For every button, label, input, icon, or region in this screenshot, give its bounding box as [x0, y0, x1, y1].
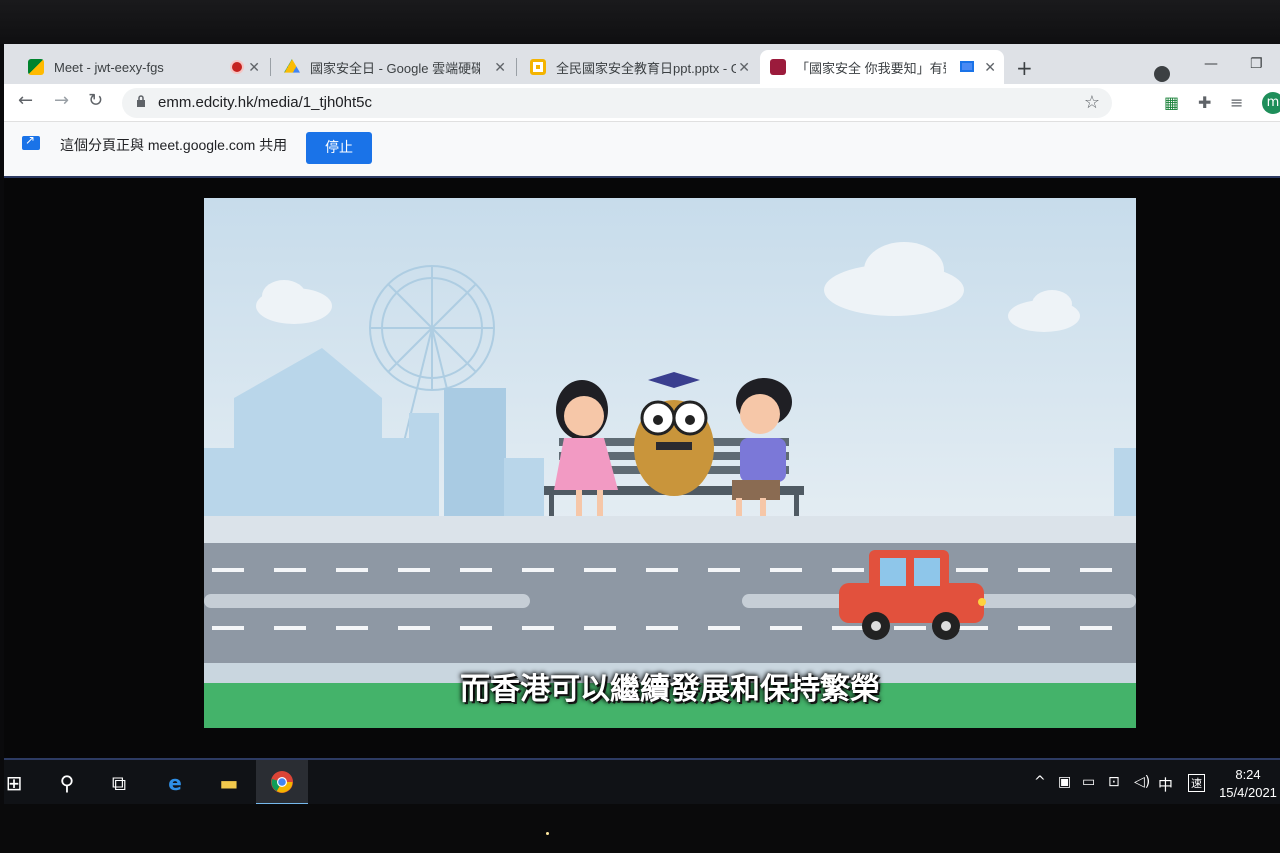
windows-taskbar: ⊞ ⚲ ⧉ e ▬ ^ ▣ ▭ ⊡ ◁) 中 速 8:24 15/4/2021 [4, 758, 1280, 804]
clock-date: 15/4/2021 [1219, 785, 1277, 800]
ime-mode[interactable]: 速 [1188, 774, 1205, 792]
bookmark-star-icon[interactable]: ☆ [1084, 92, 1100, 113]
road-dash [398, 626, 430, 630]
close-tab-icon[interactable]: ✕ [984, 59, 996, 76]
recording-indicator-icon [232, 62, 242, 72]
stop-sharing-button[interactable]: 停止 [306, 132, 372, 164]
address-bar[interactable]: emm.edcity.hk/media/1_tjh0ht5c ☆ [122, 88, 1112, 118]
system-clock[interactable]: 8:24 15/4/2021 [1218, 766, 1278, 802]
avatar[interactable]: m [1262, 92, 1280, 114]
close-tab-icon[interactable]: ✕ [494, 59, 506, 76]
monitor-bezel-bottom [0, 804, 1280, 853]
road-dash [460, 568, 492, 572]
chrome-icon[interactable] [270, 770, 294, 794]
road-dash [584, 626, 616, 630]
road-dash [522, 626, 554, 630]
google-slides-icon [530, 59, 546, 75]
tab-slides[interactable]: 全民國家安全教育日ppt.pptx - G ✕ [520, 50, 758, 84]
close-tab-icon[interactable]: ✕ [248, 59, 260, 76]
tab-title: 國家安全日 - Google 雲端硬碟 [310, 60, 480, 76]
tab-separator [270, 58, 271, 76]
back-button[interactable]: ← [18, 90, 33, 111]
road-dash [646, 568, 678, 572]
browser-toolbar: ← → ↻ emm.edcity.hk/media/1_tjh0ht5c ☆ ▦… [4, 84, 1280, 122]
road-dash [398, 568, 430, 572]
search-icon[interactable]: ⚲ [52, 768, 82, 798]
volume-icon[interactable]: ◁) [1134, 774, 1150, 790]
road-dash [212, 568, 244, 572]
sidewalk [204, 516, 1136, 546]
monitor-photo: Meet - jwt-eexy-fgs ✕ 國家安全日 - Google 雲端硬… [0, 0, 1280, 853]
minimize-icon[interactable]: — [1204, 56, 1218, 72]
road-dash [336, 626, 368, 630]
road-dash [584, 568, 616, 572]
reload-button[interactable]: ↻ [88, 90, 103, 111]
edge-browser-icon[interactable]: e [160, 768, 190, 798]
tab-title: 「國家安全 你我要知」有聲 [796, 60, 946, 76]
forward-button[interactable]: → [54, 90, 69, 111]
video-subtitle: 而香港可以繼續發展和保持繁榮 [460, 672, 880, 707]
clock-time: 8:24 [1235, 767, 1261, 782]
screen: Meet - jwt-eexy-fgs ✕ 國家安全日 - Google 雲端硬… [4, 44, 1280, 804]
battery-icon[interactable]: ▭ [1082, 774, 1095, 790]
road-dash [708, 626, 740, 630]
tab-sharing-icon [960, 61, 974, 72]
road-dash [832, 626, 864, 630]
sheets-extension-icon[interactable]: ▦ [1164, 93, 1179, 112]
media-control-icon[interactable]: ≡ [1230, 93, 1243, 112]
road-dash [274, 568, 306, 572]
road-dash [1080, 568, 1112, 572]
tab-edcity-video[interactable]: 「國家安全 你我要知」有聲 ✕ [760, 50, 1004, 84]
road-dash [956, 568, 988, 572]
road-dash [894, 626, 926, 630]
chevron-up-icon[interactable]: ^ [1034, 774, 1046, 790]
video-player[interactable]: 而香港可以繼續發展和保持繁榮 [204, 198, 1136, 728]
ime-indicator[interactable]: 中 [1158, 774, 1173, 795]
network-icon[interactable]: ⊡ [1108, 774, 1120, 790]
extensions-puzzle-icon[interactable]: ✚ [1198, 93, 1211, 112]
road-dash [956, 626, 988, 630]
monitor-bezel-top [0, 0, 1280, 44]
road-dash [212, 626, 244, 630]
screen-share-icon [22, 133, 40, 150]
close-tab-icon[interactable]: ✕ [738, 59, 750, 76]
road-dash [460, 626, 492, 630]
page-content: 而香港可以繼續發展和保持繁榮 [4, 178, 1280, 758]
tab-search-icon[interactable] [1154, 66, 1170, 82]
road-dash [770, 626, 802, 630]
video-frame [204, 198, 1136, 728]
google-drive-icon [284, 59, 300, 73]
task-view-icon[interactable]: ⧉ [104, 768, 134, 798]
road-dash [708, 568, 740, 572]
road-dash [1018, 568, 1050, 572]
tab-separator [516, 58, 517, 76]
road-dash [336, 568, 368, 572]
file-explorer-icon[interactable]: ▬ [214, 768, 244, 798]
tab-meet[interactable]: Meet - jwt-eexy-fgs ✕ [18, 50, 268, 84]
new-tab-button[interactable]: + [1016, 56, 1033, 80]
road-dash [832, 568, 864, 572]
road-dash [1018, 626, 1050, 630]
edcity-icon [770, 59, 786, 75]
windows-start-icon[interactable]: ⊞ [4, 768, 24, 798]
tab-drive[interactable]: 國家安全日 - Google 雲端硬碟 ✕ [274, 50, 514, 84]
tab-strip: Meet - jwt-eexy-fgs ✕ 國家安全日 - Google 雲端硬… [4, 44, 1280, 84]
sharing-message: 這個分頁正與 meet.google.com 共用 [60, 137, 288, 153]
lock-icon [137, 95, 145, 107]
restore-icon[interactable]: ❐ [1250, 56, 1263, 72]
power-led [546, 832, 549, 835]
security-alert-icon[interactable]: ▣ [1058, 774, 1071, 790]
google-meet-icon [28, 59, 44, 75]
road-dash [274, 626, 306, 630]
tab-title: 全民國家安全教育日ppt.pptx - G [556, 60, 736, 76]
road-dash [646, 626, 678, 630]
road-dash [522, 568, 554, 572]
tab-sharing-infobar: 這個分頁正與 meet.google.com 共用 停止 [4, 122, 1280, 178]
road-dash [1080, 626, 1112, 630]
url-text: emm.edcity.hk/media/1_tjh0ht5c [158, 94, 372, 111]
tab-title: Meet - jwt-eexy-fgs [54, 59, 164, 75]
road-dash [770, 568, 802, 572]
